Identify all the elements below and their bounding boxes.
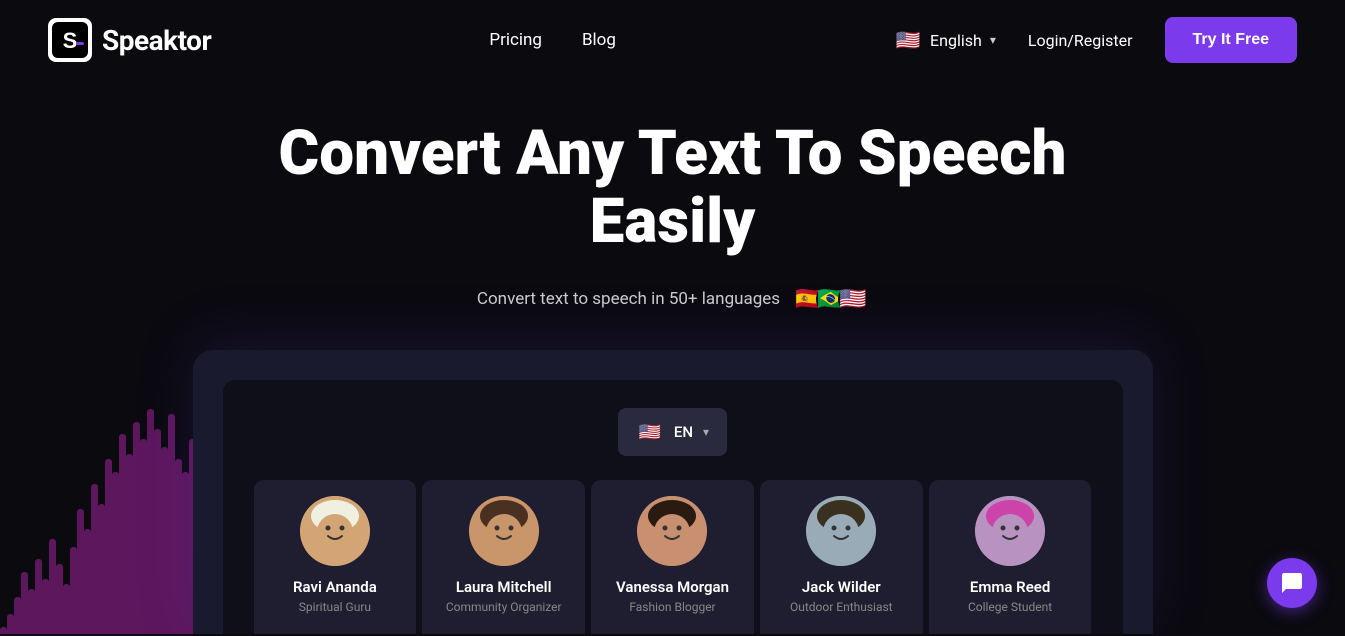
logo-icon: S [48, 18, 92, 62]
logo[interactable]: S Speaktor [48, 18, 211, 62]
voice-name: Emma Reed [970, 578, 1050, 596]
wave-bar [56, 564, 63, 634]
voice-name: Jack Wilder [802, 578, 881, 596]
voice-avatar [975, 496, 1045, 566]
voice-role: Spiritual Guru [299, 600, 371, 614]
wave-bar [84, 529, 91, 634]
blog-link[interactable]: Blog [582, 30, 616, 50]
login-register-link[interactable]: Login/Register [1028, 31, 1133, 50]
voice-name: Vanessa Morgan [616, 578, 729, 596]
wave-bar [98, 504, 105, 634]
voice-role: College Student [968, 600, 1052, 614]
wave-bar [112, 472, 119, 635]
voice-card-laura-mitchell[interactable]: Laura Mitchell Community Organizer [422, 480, 585, 634]
wave-bar [161, 447, 168, 635]
voice-role: Outdoor Enthusiast [790, 600, 893, 614]
wave-bar [21, 572, 28, 635]
try-it-free-button[interactable]: Try It Free [1165, 17, 1297, 63]
hero-subtitle: Convert text to speech in 50+ languages [477, 289, 780, 309]
brand-s: S [102, 24, 119, 57]
wave-bar [154, 429, 161, 634]
voice-role: Community Organizer [446, 600, 562, 614]
lang-flag: 🇺🇸 [894, 26, 922, 54]
app-demo-wrapper: 🇺🇸 EN ▾ Ravi Ananda Spiritual Guru Laura M… [193, 350, 1153, 634]
wave-bar [119, 434, 126, 634]
lang-chevron-icon: ▾ [990, 33, 996, 47]
lang-label: English [930, 31, 982, 50]
wave-bar [0, 627, 7, 635]
voice-avatar [806, 496, 876, 566]
wave-bar [133, 422, 140, 635]
app-lang-chevron-icon: ▾ [703, 425, 709, 439]
voice-avatar [469, 496, 539, 566]
pricing-link[interactable]: Pricing [489, 30, 542, 50]
app-lang-dropdown[interactable]: 🇺🇸 EN ▾ [618, 408, 727, 456]
wave-bar [168, 414, 175, 634]
voice-avatar [637, 496, 707, 566]
wave-bar [7, 614, 14, 634]
flag-us: 🇺🇸 [838, 284, 868, 314]
wave-bar [63, 584, 70, 634]
hero-title: Convert Any Text To Speech Easily [223, 120, 1123, 256]
navbar: S Speaktor Pricing Blog 🇺🇸 English ▾ Log… [0, 0, 1345, 80]
app-demo-inner: 🇺🇸 EN ▾ Ravi Ananda Spiritual Guru Laura M… [223, 380, 1123, 634]
wave-bar [49, 539, 56, 634]
voice-card-emma-reed[interactable]: Emma Reed College Student [929, 480, 1092, 634]
chat-bubble-button[interactable] [1267, 558, 1317, 608]
wave-bar [147, 409, 154, 634]
hero-subtitle-row: Convert text to speech in 50+ languages … [477, 284, 868, 314]
voice-cards: Ravi Ananda Spiritual Guru Laura Mitchell C… [251, 480, 1095, 634]
wave-bar [126, 454, 133, 634]
hero-section: Convert Any Text To Speech Easily Conver… [0, 80, 1345, 634]
voice-name: Laura Mitchell [456, 578, 552, 596]
brand-name: Speaktor [102, 24, 211, 57]
voice-name: Ravi Ananda [293, 578, 377, 596]
app-lang-code: EN [674, 423, 693, 441]
svg-text:S: S [63, 28, 78, 53]
wave-bar [14, 597, 21, 635]
nav-links: Pricing Blog [489, 30, 616, 50]
language-selector[interactable]: 🇺🇸 English ▾ [894, 26, 996, 54]
wave-bar [70, 547, 77, 635]
voice-role: Fashion Blogger [629, 600, 715, 614]
flag-group: 🇪🇸 🇧🇷 🇺🇸 [794, 284, 868, 314]
app-lang-flag: 🇺🇸 [636, 418, 664, 446]
wave-bar [42, 579, 49, 634]
voice-card-jack-wilder[interactable]: Jack Wilder Outdoor Enthusiast [760, 480, 923, 634]
wave-bar [175, 459, 182, 634]
wave-bar [140, 439, 147, 634]
wave-bar [182, 472, 189, 635]
wave-bar [77, 509, 84, 634]
wave-bar [35, 559, 42, 634]
wave-bar [28, 589, 35, 634]
nav-right: 🇺🇸 English ▾ Login/Register Try It Free [894, 17, 1297, 63]
voice-card-ravi-ananda[interactable]: Ravi Ananda Spiritual Guru [254, 480, 417, 634]
voice-card-vanessa-morgan[interactable]: Vanessa Morgan Fashion Blogger [591, 480, 754, 634]
wave-bar [105, 459, 112, 634]
wave-bar [91, 484, 98, 634]
voice-avatar [300, 496, 370, 566]
